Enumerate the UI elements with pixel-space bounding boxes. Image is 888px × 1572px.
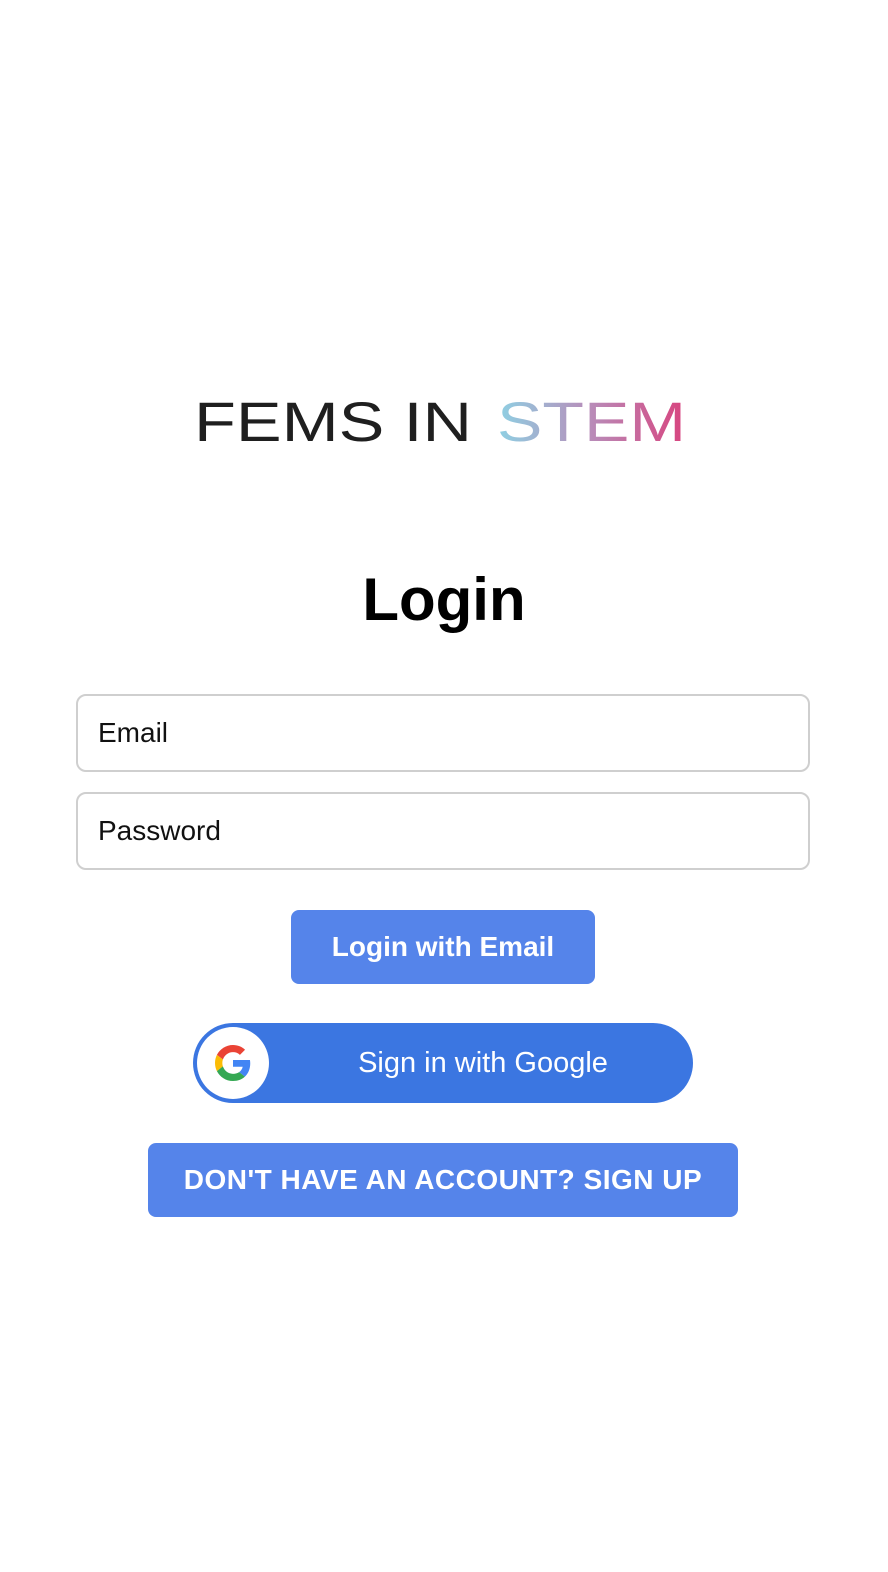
page-title: Login [362,566,526,633]
app-logo: FEMS IN STEM [0,380,888,460]
logo-wordmark: FEMS IN STEM [194,390,686,453]
email-field[interactable] [76,694,810,772]
login-with-email-button[interactable]: Login with Email [291,910,595,984]
google-sign-in-label: Sign in with Google [358,1047,608,1079]
google-sign-in-button[interactable]: Sign in with Google [193,1023,693,1103]
password-field[interactable] [76,792,810,870]
logo-text-gradient: STEM [497,390,686,453]
sign-up-label: DON'T HAVE AN ACCOUNT? SIGN UP [183,1164,703,1195]
google-badge [197,1027,269,1099]
sign-up-button[interactable]: DON'T HAVE AN ACCOUNT? SIGN UP [148,1143,738,1217]
logo-text-dark: FEMS IN [194,390,472,453]
google-g-icon [215,1045,251,1081]
login-with-email-label: Login with Email [331,931,555,962]
